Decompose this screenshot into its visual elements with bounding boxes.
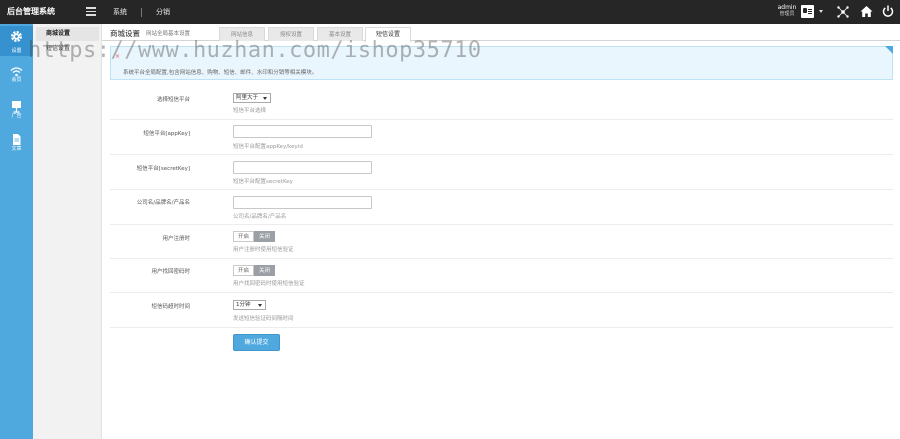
form-row-secretkey: 短信平台[secretKey] 短信平台配置secretKey (110, 155, 893, 190)
chevron-down-icon (263, 97, 267, 100)
admin-role: 管理员 (779, 11, 795, 17)
sms-platform-select[interactable]: 阿里大于 (233, 93, 271, 103)
power-icon[interactable] (882, 5, 894, 17)
field-help: 用户注册时使用短信验证 (233, 247, 294, 253)
id-card-icon[interactable] (801, 5, 814, 18)
field-label: 短信码超时时间 (151, 304, 190, 310)
field-label: 短信平台[secretKey] (136, 166, 190, 172)
admin-name: admin (777, 4, 797, 11)
menu-toggle-icon[interactable] (86, 7, 96, 16)
form-row-timeout: 短信码超时时间 1分钟 发送短信验证码间隔时间 (110, 293, 893, 328)
toggle-off-button[interactable]: 关闭 (254, 231, 275, 242)
field-label: 用户注册时 (162, 236, 190, 242)
toggle-on-button[interactable]: 开启 (233, 231, 254, 242)
field-help: 发送短信验证码间隔时间 (233, 316, 294, 322)
chevron-down-icon (258, 304, 262, 307)
field-help: 用户找回密码时使用短信验证 (233, 281, 305, 287)
form-row-register: 用户注册时 开启 关闭 用户注册时使用短信验证 (110, 225, 893, 259)
select-value: 1分钟 (236, 302, 251, 308)
sidebar-item-label: 会员 (11, 77, 22, 83)
field-help: 短信平台选择 (233, 108, 267, 114)
field-help: 公司名/品牌名/产品名 (233, 214, 287, 220)
toggle-off-button[interactable]: 关闭 (254, 265, 275, 276)
top-nav-distribution[interactable]: 分销 (156, 7, 170, 17)
field-label: 选择短信平台 (156, 97, 190, 103)
page-description: 网站全局基本设置 (146, 31, 191, 37)
company-input[interactable] (233, 196, 372, 209)
sidebar-item-members[interactable]: 会员 (0, 62, 33, 92)
admin-user[interactable]: admin 管理员 (776, 4, 798, 18)
home-icon[interactable] (860, 5, 873, 18)
main-sidebar: 设置 会员 广告 文章 (0, 24, 33, 439)
field-label: 用户找回密码时 (151, 269, 190, 275)
network-icon[interactable] (837, 6, 849, 18)
register-sms-toggle[interactable]: 开启 关闭 (233, 231, 275, 242)
password-reset-sms-toggle[interactable]: 开启 关闭 (233, 265, 275, 276)
field-help: 短信平台配置secretKey (233, 179, 293, 185)
sidebar-item-articles[interactable]: 文章 (0, 129, 33, 159)
corner-ribbon (885, 46, 893, 54)
brand-title: 后台管理系统 (7, 7, 55, 16)
sidebar-item-label: 广告 (11, 113, 22, 119)
watermark-text: https://www.huzhan.com/ishop35710 (28, 38, 482, 63)
select-value: 阿里大于 (236, 95, 259, 101)
form-row-sms-platform: 选择短信平台 阿里大于 短信平台选择 (110, 88, 893, 120)
appkey-input[interactable] (233, 125, 372, 138)
secretkey-input[interactable] (233, 161, 372, 174)
top-nav: 系统 分销 (113, 7, 170, 17)
field-label: 公司名/品牌名/产品名 (136, 200, 190, 206)
top-bar: 后台管理系统 系统 分销 admin 管理员 (0, 0, 900, 24)
top-nav-system[interactable]: 系统 (113, 7, 127, 17)
form-row-appkey: 短信平台[appKey] 短信平台配置appKey/keyid (110, 120, 893, 155)
field-help: 短信平台配置appKey/keyid (233, 144, 303, 150)
form-row-company: 公司名/品牌名/产品名 公司名/品牌名/产品名 (110, 190, 893, 225)
timeout-select[interactable]: 1分钟 (233, 300, 266, 310)
sidebar-item-ads[interactable]: 广告 (0, 96, 33, 126)
notice-text: 系统平台全局配置,包含网站信息、购物、短信、邮件、水印和分销等相关模块。 (123, 70, 318, 76)
sidebar-item-label: 文章 (11, 146, 22, 152)
form-row-password-reset: 用户找回密码时 开启 关闭 用户找回密码时使用短信验证 (110, 259, 893, 293)
submit-button[interactable]: 确认提交 (233, 334, 280, 351)
sub-menu: 商城设置 短信设置 (33, 24, 102, 439)
field-label: 短信平台[appKey] (143, 131, 190, 137)
chevron-down-icon[interactable] (819, 10, 823, 13)
gear-icon (11, 31, 22, 42)
nav-divider (141, 7, 142, 17)
toggle-on-button[interactable]: 开启 (233, 265, 254, 276)
